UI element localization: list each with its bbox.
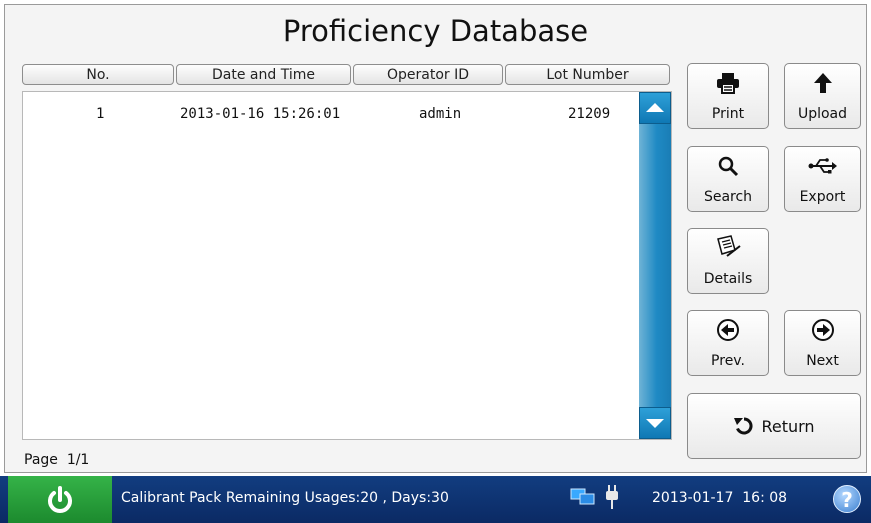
network-icon [570,487,596,511]
prev-label: Prev. [711,353,745,369]
calibrant-status: Calibrant Pack Remaining Usages:20 , Day… [121,490,449,506]
cell-no: 1 [96,106,105,122]
prev-button[interactable]: Prev. [687,310,769,376]
table-row[interactable]: 1 2013-01-16 15:26:01 admin 21209 [23,102,643,126]
scroll-up-button[interactable] [639,92,671,124]
search-label: Search [703,189,753,205]
vertical-scrollbar[interactable] [639,92,671,439]
next-button[interactable]: Next [784,310,861,376]
upload-button[interactable]: Upload [784,63,861,129]
export-button[interactable]: Export [784,146,861,212]
arrow-up-icon [785,72,860,94]
search-button[interactable]: Search [687,146,769,212]
power-button[interactable] [8,476,112,523]
power-icon [48,485,72,513]
export-label: Export [799,189,846,205]
page-value: 1/1 [66,452,90,468]
circle-arrow-right-icon [785,319,860,341]
return-button[interactable]: Return [687,393,861,459]
help-icon: ? [841,488,853,512]
records-list[interactable]: 1 2013-01-16 15:26:01 admin 21209 [22,91,672,440]
help-button[interactable]: ? [833,485,861,513]
details-label: Details [703,271,753,287]
page-title: Proficiency Database [282,14,589,48]
power-plug-icon [604,484,620,514]
upload-label: Upload [797,106,848,122]
usb-icon [785,155,860,177]
next-label: Next [806,353,839,369]
details-button[interactable]: Details [687,228,769,294]
magnifier-icon [688,155,768,177]
column-header-operator-id[interactable]: Operator ID [353,64,503,85]
cell-lot-number: 21209 [568,106,611,122]
page-label: Page [24,452,58,468]
cell-date-time: 2013-01-16 15:26:01 [180,106,341,122]
undo-arrow-icon [734,417,753,435]
return-label: Return [761,416,815,436]
print-button[interactable]: Print [687,63,769,129]
cell-operator-id: admin [419,106,462,122]
datetime-display: 2013-01-17 16: 08 [652,490,788,506]
circle-arrow-left-icon [688,319,768,341]
page-indicator: Page 1/1 [24,452,89,468]
document-pen-icon [688,235,768,257]
column-header-date-time[interactable]: Date and Time [176,64,351,85]
scroll-down-button[interactable] [639,407,671,439]
print-label: Print [711,106,745,122]
column-header-no[interactable]: No. [22,64,174,85]
printer-icon [688,72,768,94]
column-header-lot-number[interactable]: Lot Number [505,64,670,85]
